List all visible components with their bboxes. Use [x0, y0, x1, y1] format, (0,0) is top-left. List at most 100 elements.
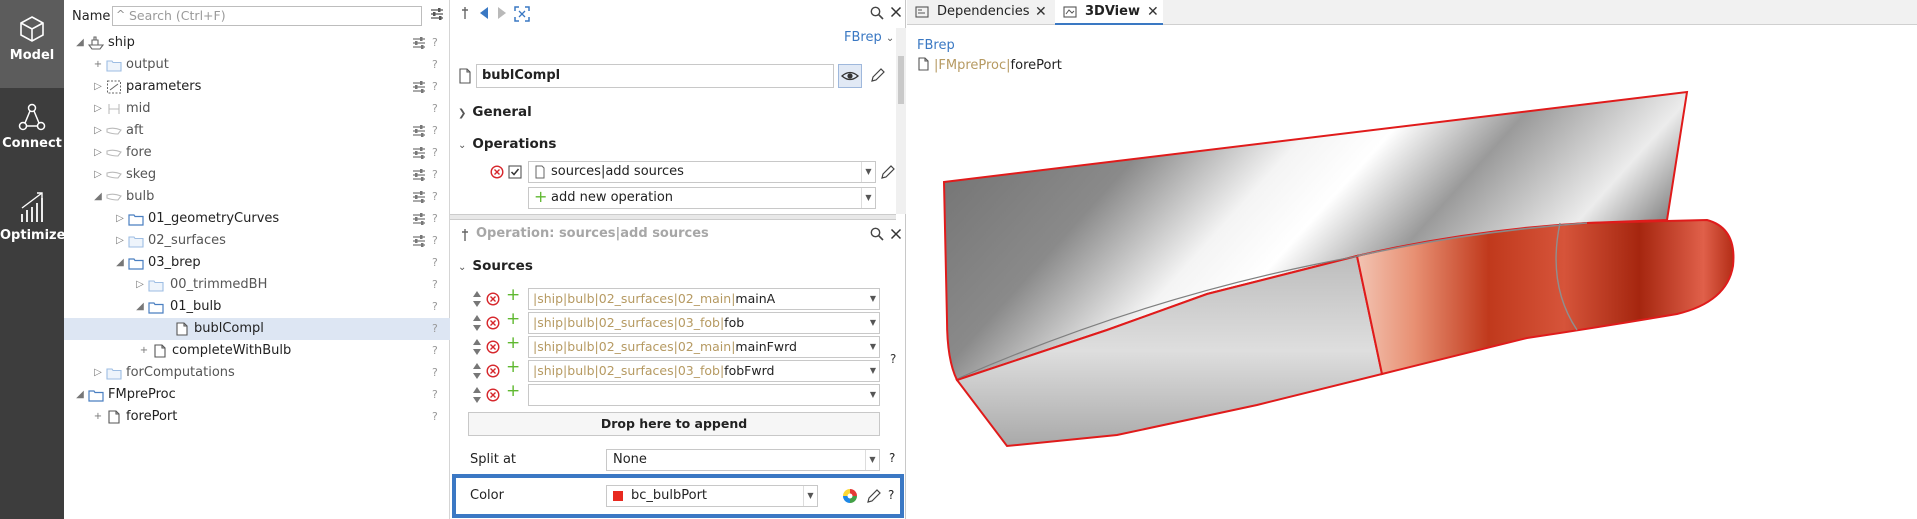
- tree-row-fore[interactable]: ▷ fore ?: [64, 142, 450, 164]
- tree-search-input[interactable]: ^ Search (Ctrl+F): [112, 6, 422, 26]
- tree-row-bulb[interactable]: ◢ bulb ?: [64, 186, 450, 208]
- help-icon[interactable]: ?: [888, 488, 894, 502]
- source-field-empty[interactable]: ▼: [528, 384, 880, 406]
- expand-plus-icon[interactable]: +: [138, 340, 150, 362]
- help-icon[interactable]: ?: [432, 76, 438, 98]
- tree-row-aft[interactable]: ▷ aft ?: [64, 120, 450, 142]
- source-row[interactable]: + |ship|bulb|02_surfaces|03_fob|fob ▼: [468, 309, 894, 334]
- reorder-arrows-icon[interactable]: [472, 386, 482, 404]
- help-icon[interactable]: ?: [432, 32, 438, 54]
- settings-sliders-icon[interactable]: [412, 37, 426, 49]
- add-plus-icon[interactable]: +: [506, 357, 520, 377]
- settings-sliders-icon[interactable]: [412, 191, 426, 203]
- help-icon[interactable]: ?: [889, 451, 895, 465]
- tree-row-trimmed-bh[interactable]: ▷ 00_trimmedBH ?: [64, 274, 450, 296]
- collapse-arrow-icon[interactable]: ◢: [74, 384, 86, 406]
- add-plus-icon[interactable]: +: [506, 309, 520, 329]
- fit-selection-icon[interactable]: [514, 6, 530, 22]
- section-operations[interactable]: ⌄ Operations: [458, 136, 556, 152]
- remove-circle-icon[interactable]: [486, 364, 500, 378]
- collapse-arrow-icon[interactable]: ◢: [114, 252, 126, 274]
- collapse-arrow-icon[interactable]: ◢: [74, 32, 86, 54]
- tree-row-bubl-compl[interactable]: bublCompl ?: [64, 318, 450, 340]
- rail-connect[interactable]: Connect: [0, 88, 64, 176]
- expand-arrow-icon[interactable]: ▷: [114, 230, 126, 252]
- close-icon[interactable]: ✕: [1147, 0, 1159, 24]
- tree-row-ship[interactable]: ◢ ship ?: [64, 32, 450, 54]
- expand-arrow-icon[interactable]: ▷: [134, 274, 146, 296]
- pin-icon[interactable]: [460, 6, 470, 20]
- tree-row-fore-port[interactable]: + forePort ?: [64, 406, 450, 428]
- source-field[interactable]: |ship|bulb|02_surfaces|02_main|mainA ▼: [528, 288, 880, 310]
- help-icon[interactable]: ?: [432, 54, 438, 76]
- source-field[interactable]: |ship|bulb|02_surfaces|03_fob|fobFwrd ▼: [528, 360, 880, 382]
- reorder-arrows-icon[interactable]: [472, 362, 482, 380]
- expand-arrow-icon[interactable]: ▷: [92, 76, 104, 98]
- expand-plus-icon[interactable]: +: [92, 54, 104, 76]
- rail-optimize[interactable]: Optimize: [0, 176, 65, 264]
- collapse-arrow-icon[interactable]: ◢: [92, 186, 104, 208]
- close-icon[interactable]: [890, 228, 902, 240]
- tree-row-parameters[interactable]: ▷ parameters ?: [64, 76, 450, 98]
- source-row-empty[interactable]: + ▼: [468, 381, 894, 406]
- help-icon[interactable]: ?: [432, 142, 438, 164]
- collapse-arrow-icon[interactable]: ◢: [134, 296, 146, 318]
- tree-row-skeg[interactable]: ▷ skeg ?: [64, 164, 450, 186]
- object-name-field[interactable]: bublCompl: [476, 64, 834, 88]
- settings-sliders-icon[interactable]: [412, 81, 426, 93]
- filter-sliders-icon[interactable]: [430, 7, 444, 21]
- color-picker-icon[interactable]: [842, 488, 858, 504]
- remove-circle-icon[interactable]: [486, 340, 500, 354]
- drop-zone[interactable]: Drop here to append: [468, 412, 880, 436]
- add-plus-icon[interactable]: +: [506, 285, 520, 305]
- reorder-arrows-icon[interactable]: [472, 314, 482, 332]
- tree-row-surfaces[interactable]: ▷ 02_surfaces ?: [64, 230, 450, 252]
- forward-arrow-icon[interactable]: [496, 6, 508, 20]
- help-icon[interactable]: ?: [432, 318, 438, 340]
- help-icon[interactable]: ?: [432, 296, 438, 318]
- help-icon[interactable]: ?: [432, 252, 438, 274]
- tree-row-complete-with-bulb[interactable]: + completeWithBulb ?: [64, 340, 450, 362]
- expand-arrow-icon[interactable]: ▷: [92, 164, 104, 186]
- close-icon[interactable]: ✕: [1035, 0, 1047, 24]
- tree-row-for-computations[interactable]: ▷ forComputations ?: [64, 362, 450, 384]
- remove-circle-icon[interactable]: [486, 388, 500, 402]
- settings-sliders-icon[interactable]: [412, 125, 426, 137]
- remove-circle-icon[interactable]: [486, 292, 500, 306]
- help-icon[interactable]: ?: [432, 208, 438, 230]
- section-general[interactable]: ❯ General: [458, 104, 532, 120]
- back-arrow-icon[interactable]: [478, 6, 490, 20]
- tree-row-mid[interactable]: ▷ mid ?: [64, 98, 450, 120]
- view-type-label[interactable]: FBrep: [917, 38, 955, 53]
- edit-pencil-icon[interactable]: [870, 67, 886, 83]
- help-icon[interactable]: ?: [432, 164, 438, 186]
- search-icon[interactable]: [870, 227, 884, 241]
- tree-row-geometry-curves[interactable]: ▷ 01_geometryCurves ?: [64, 208, 450, 230]
- tree-row-output[interactable]: + output ?: [64, 54, 450, 76]
- reorder-arrows-icon[interactable]: [472, 290, 482, 308]
- edit-pencil-icon[interactable]: [880, 164, 896, 180]
- editor-scrollbar[interactable]: [896, 28, 906, 214]
- 3d-viewport[interactable]: [907, 80, 1917, 519]
- operation-combo[interactable]: sources|add sources ▼: [528, 161, 876, 183]
- expand-arrow-icon[interactable]: ▷: [92, 362, 104, 384]
- settings-sliders-icon[interactable]: [412, 147, 426, 159]
- split-at-combo[interactable]: None ▼: [606, 449, 880, 471]
- source-row[interactable]: + |ship|bulb|02_surfaces|02_main|mainFwr…: [468, 333, 894, 358]
- add-plus-icon[interactable]: +: [506, 333, 520, 353]
- search-icon[interactable]: [870, 6, 884, 20]
- rail-model[interactable]: Model: [0, 0, 64, 88]
- source-row[interactable]: + |ship|bulb|02_surfaces|03_fob|fobFwrd ▼: [468, 357, 894, 382]
- panel-splitter[interactable]: [450, 214, 896, 220]
- scrollbar-thumb[interactable]: [898, 56, 904, 104]
- settings-sliders-icon[interactable]: [412, 169, 426, 181]
- settings-sliders-icon[interactable]: [412, 235, 426, 247]
- expand-plus-icon[interactable]: +: [92, 406, 104, 428]
- reorder-arrows-icon[interactable]: [472, 338, 482, 356]
- expand-arrow-icon[interactable]: ▷: [92, 98, 104, 120]
- pin-icon[interactable]: [460, 228, 470, 242]
- visibility-toggle[interactable]: [838, 64, 862, 88]
- checkbox-checked-icon[interactable]: [508, 165, 522, 179]
- help-icon[interactable]: ?: [432, 98, 438, 120]
- tab-dependencies[interactable]: Dependencies ✕: [907, 0, 1047, 25]
